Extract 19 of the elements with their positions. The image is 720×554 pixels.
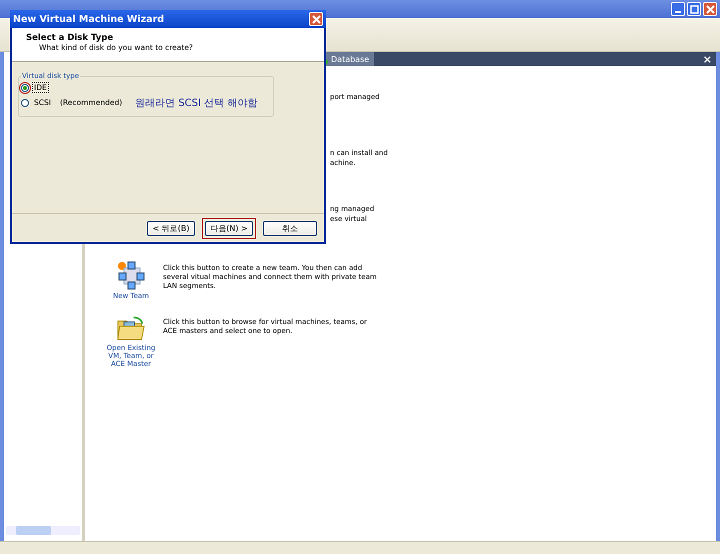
- next-button[interactable]: 다음(N) >: [205, 220, 253, 236]
- maximize-icon: [690, 4, 698, 14]
- team-icon[interactable]: [116, 260, 146, 290]
- dialog-button[interactable]: < 뒤로(B): [147, 220, 195, 236]
- close-icon: [312, 14, 320, 24]
- dialog-heading: Select a Disk Type: [26, 33, 114, 43]
- minimize-icon: [675, 11, 681, 13]
- annotation-text: 원래라면 SCSI 선택 해야함: [135, 96, 258, 110]
- scrollbar[interactable]: [6, 526, 80, 535]
- close-tab-button[interactable]: ×: [702, 52, 712, 66]
- minimize-button[interactable]: [671, 2, 685, 16]
- dialog-title: New Virtual Machine Wizard: [13, 14, 164, 24]
- radio-button[interactable]: [21, 84, 29, 92]
- close-button[interactable]: [703, 2, 717, 16]
- close-button[interactable]: [309, 12, 323, 26]
- radio-button[interactable]: [21, 98, 29, 106]
- close-icon: [706, 4, 714, 14]
- dialog-button[interactable]: 취소: [263, 220, 317, 236]
- maximize-button[interactable]: [687, 2, 701, 16]
